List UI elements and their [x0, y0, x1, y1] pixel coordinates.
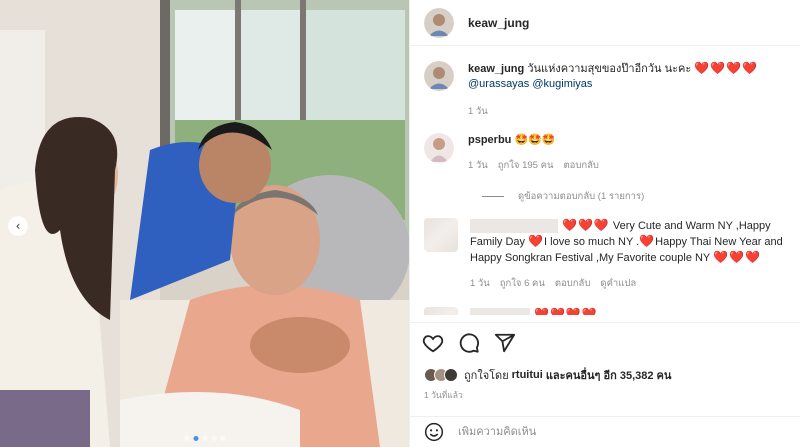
- comment-reply-button[interactable]: ตอบกลับ: [555, 276, 591, 291]
- family-photo-image: [0, 0, 409, 447]
- carousel-dot: [220, 436, 225, 441]
- divider: [482, 196, 504, 197]
- likes-summary[interactable]: ถูกใจโดย rtuitui และคนอื่นๆ อีก 35,382 ค…: [424, 366, 786, 384]
- comment-icon[interactable]: [458, 332, 480, 354]
- heart-icon[interactable]: [422, 332, 444, 354]
- action-bar: [410, 322, 800, 362]
- liker-avatars: [424, 368, 458, 382]
- carousel-dot: [184, 436, 189, 441]
- post-time[interactable]: 1 วันที่แล้ว: [424, 388, 463, 402]
- comment-item-partial: ❤️❤️❤️❤️: [424, 307, 786, 315]
- comment-composer: [410, 416, 800, 447]
- hearts: ❤️❤️❤️: [713, 250, 761, 264]
- likes-user[interactable]: rtuitui: [512, 369, 543, 381]
- caption-username[interactable]: keaw_jung: [468, 63, 524, 75]
- avatar[interactable]: [424, 133, 454, 163]
- avatar[interactable]: [424, 7, 454, 38]
- avatar[interactable]: [424, 218, 458, 252]
- post-side-panel: keaw_jung keaw_jung วันแห่งความสุขของป๊า…: [409, 0, 800, 447]
- hearts: ❤️❤️❤️: [562, 218, 610, 232]
- post-photo[interactable]: ‹: [0, 0, 409, 447]
- caption-text: วันแห่งความสุขของป๊าอีกวัน นะคะ: [527, 63, 692, 75]
- translate-button[interactable]: ดูคำแปล: [600, 276, 636, 291]
- comment-username-blurred[interactable]: [470, 219, 558, 234]
- comments-list[interactable]: keaw_jung วันแห่งความสุขของป๊าอีกวัน นะค…: [410, 47, 800, 315]
- likes-prefix: ถูกใจโดย: [464, 370, 509, 382]
- caption: keaw_jung วันแห่งความสุขของป๊าอีกวัน นะค…: [424, 61, 786, 119]
- comment-text: I love so much NY .: [544, 236, 640, 248]
- avatar: [444, 368, 458, 382]
- comment-reply-button[interactable]: ตอบกลับ: [563, 158, 599, 173]
- comment-likes[interactable]: ถูกใจ 195 คน: [498, 158, 554, 173]
- post-author-username[interactable]: keaw_jung: [468, 16, 529, 30]
- post-header: keaw_jung: [410, 0, 800, 46]
- hearts: ❤️: [639, 234, 656, 248]
- comment-text: 🤩🤩🤩: [514, 134, 556, 146]
- carousel-dot-active: [193, 436, 198, 441]
- comment-time[interactable]: 1 วัน: [470, 276, 490, 291]
- caption-hearts: ❤️❤️❤️❤️: [694, 61, 759, 75]
- hearts: ❤️: [528, 234, 545, 248]
- comment-username-blurred[interactable]: [470, 308, 530, 315]
- share-icon[interactable]: [494, 332, 516, 354]
- emoji-icon[interactable]: [424, 422, 444, 442]
- avatar[interactable]: [424, 61, 454, 91]
- comment-time[interactable]: 1 วัน: [468, 158, 488, 173]
- chevron-left-icon: ‹: [15, 219, 21, 233]
- carousel-dot: [202, 436, 207, 441]
- caption-mentions[interactable]: @urassayas @kugimiyas: [468, 77, 786, 92]
- carousel-dot: [211, 436, 216, 441]
- comment-username[interactable]: psperbu: [468, 134, 511, 146]
- caption-time[interactable]: 1 วัน: [468, 104, 488, 119]
- carousel-prev-button[interactable]: ‹: [8, 216, 28, 236]
- hearts: ❤️❤️❤️❤️: [534, 307, 598, 315]
- likes-count[interactable]: และคนอื่นๆ อีก 35,382 คน: [546, 366, 672, 384]
- comment-input[interactable]: [458, 426, 758, 438]
- avatar[interactable]: [424, 307, 458, 315]
- carousel-dots: [184, 436, 225, 441]
- comment-item: psperbu 🤩🤩🤩 1 วัน ถูกใจ 195 คน ตอบกลับ: [424, 133, 786, 173]
- view-replies-label: ดูข้อความตอบกลับ (1 รายการ): [518, 191, 645, 202]
- comment-likes[interactable]: ถูกใจ 6 คน: [500, 276, 545, 291]
- view-replies-button[interactable]: ดูข้อความตอบกลับ (1 รายการ): [482, 189, 786, 204]
- comment-item: ❤️❤️❤️ Very Cute and Warm NY ,Happy Fami…: [424, 218, 786, 291]
